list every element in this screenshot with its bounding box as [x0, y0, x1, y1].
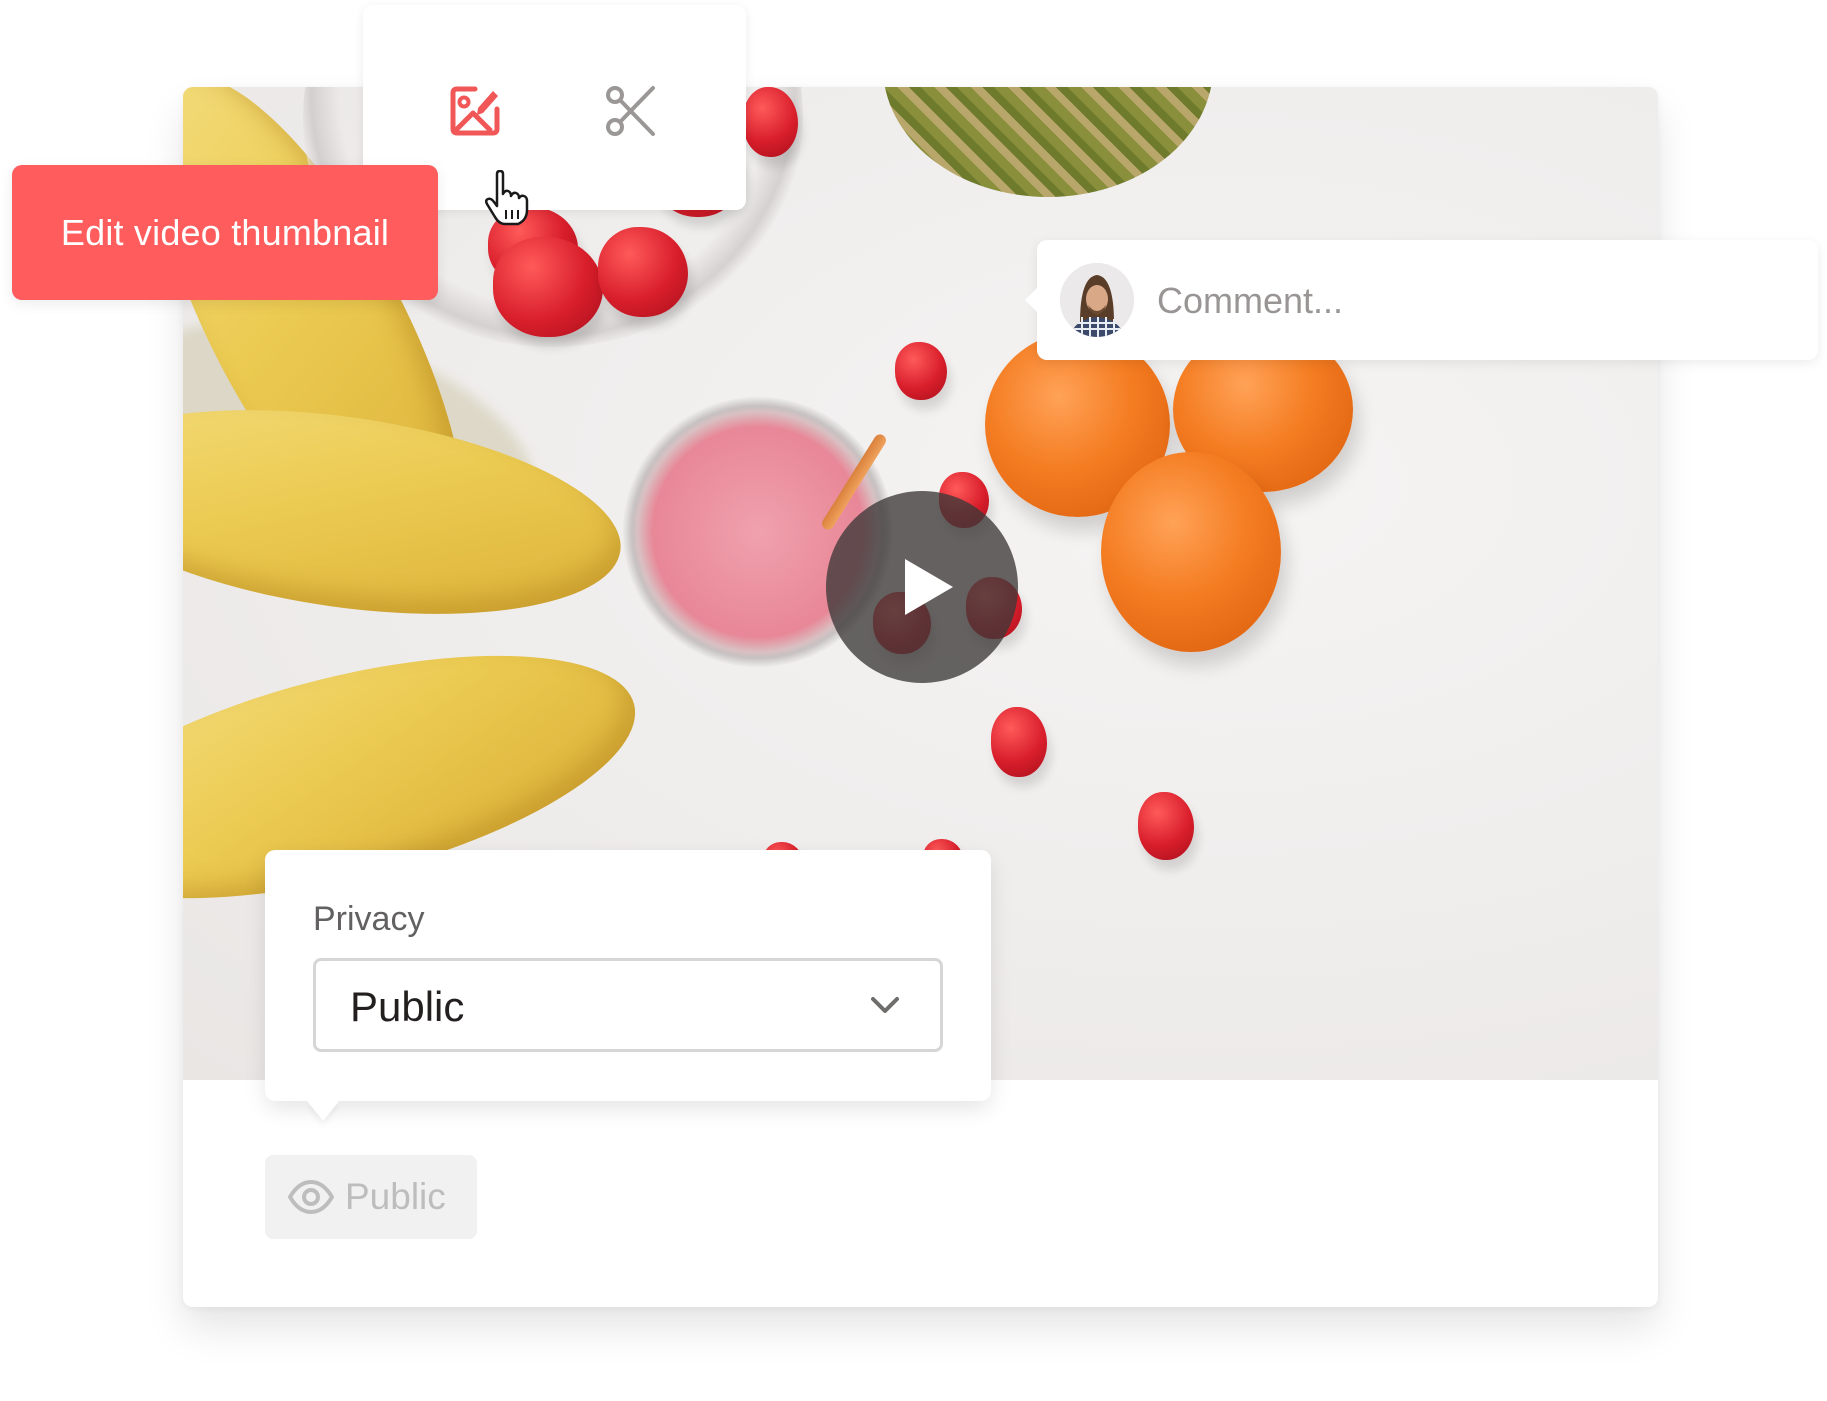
raspberry [895, 342, 947, 400]
privacy-label: Privacy [313, 900, 425, 938]
edit-thumbnail-tooltip: Edit video thumbnail [12, 165, 438, 300]
privacy-popover: Privacy Public [265, 850, 991, 1101]
image-edit-icon [450, 86, 500, 136]
visibility-badge[interactable]: Public [265, 1155, 477, 1239]
avatar [1060, 263, 1134, 337]
trim-button[interactable] [603, 83, 659, 139]
visibility-label: Public [345, 1176, 446, 1217]
strawberry [493, 237, 603, 337]
strawberry [598, 227, 688, 317]
comment-box [1025, 240, 1818, 360]
hand-cursor-icon [484, 170, 529, 226]
raspberry [1138, 792, 1194, 860]
scissors-icon [606, 86, 655, 136]
eye-icon [288, 1180, 334, 1214]
edit-thumbnail-button[interactable] [447, 83, 503, 139]
comment-input[interactable] [1155, 270, 1779, 332]
strawberry [743, 87, 798, 157]
pineapple [883, 87, 1213, 197]
privacy-select[interactable]: Public [313, 958, 943, 1052]
user-avatar-icon [1060, 263, 1134, 337]
play-icon [905, 559, 953, 615]
orange [1101, 452, 1281, 652]
chevron-down-icon [871, 997, 899, 1013]
raspberry [991, 707, 1047, 777]
play-button[interactable] [826, 491, 1018, 683]
privacy-selected-value: Public [350, 983, 465, 1030]
